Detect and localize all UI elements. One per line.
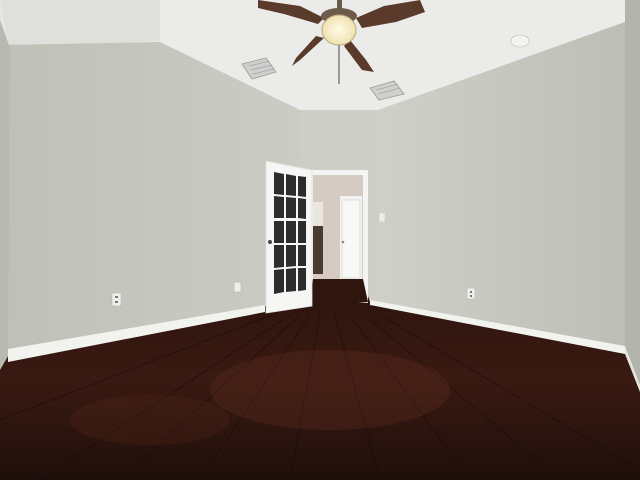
door-handle[interactable] [268, 240, 272, 244]
right-wall-edge [625, 0, 640, 390]
french-door[interactable] [265, 160, 313, 314]
smoke-detector-icon [510, 34, 530, 48]
doorway [309, 170, 368, 308]
power-outlet-icon [233, 281, 242, 293]
light-switch-icon[interactable] [378, 212, 386, 223]
power-outlet-icon [111, 292, 122, 307]
empty-room-scene [0, 0, 640, 480]
door-glass-panes [274, 172, 306, 294]
power-outlet-icon [466, 287, 476, 300]
